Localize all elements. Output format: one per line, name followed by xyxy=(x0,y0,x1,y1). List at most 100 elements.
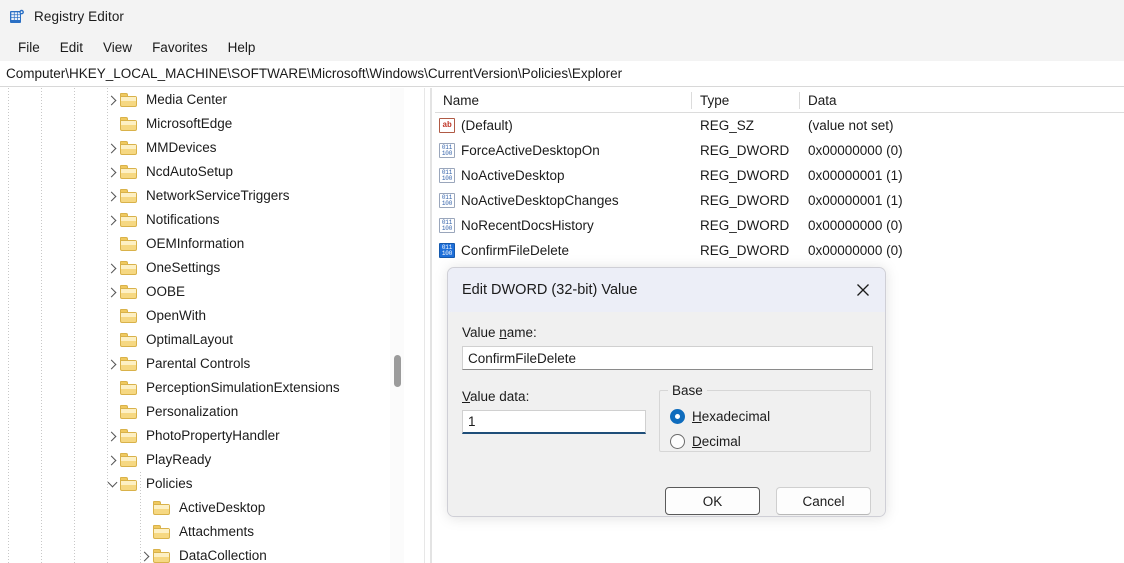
menu-file[interactable]: File xyxy=(8,38,50,57)
registry-tree-panel[interactable]: Media Center MicrosoftEdge MMDevices NcdAut… xyxy=(0,88,412,563)
menu-bar: File Edit View Favorites Help xyxy=(0,33,1124,61)
column-header-type[interactable]: Type xyxy=(692,88,800,113)
folder-icon xyxy=(153,525,170,539)
table-row[interactable]: 011100ConfirmFileDeleteREG_DWORD0x000000… xyxy=(435,238,1124,263)
radio-decimal-accel: D xyxy=(692,434,702,449)
registry-tree: Media Center MicrosoftEdge MMDevices NcdAut… xyxy=(0,88,412,563)
folder-icon xyxy=(120,141,137,155)
tree-item-parental-controls[interactable]: Parental Controls xyxy=(0,352,412,376)
tree-item-label: Notifications xyxy=(144,210,224,230)
base-column: Base Hexadecimal Decimal xyxy=(659,376,871,452)
ok-button[interactable]: OK xyxy=(665,487,760,515)
reg-dword-icon: 011100 xyxy=(439,168,455,183)
window-title: Registry Editor xyxy=(34,9,124,24)
column-header-name[interactable]: Name xyxy=(435,88,692,113)
dialog-lower-section: Value data: 1 Base Hexadecimal xyxy=(462,376,871,452)
tree-item-policies[interactable]: Policies xyxy=(0,472,412,496)
radio-decimal-indicator[interactable] xyxy=(670,434,685,449)
address-bar[interactable]: Computer\HKEY_LOCAL_MACHINE\SOFTWARE\Mic… xyxy=(0,61,1124,87)
base-groupbox: Base Hexadecimal Decimal xyxy=(659,390,871,452)
tree-item-personalization[interactable]: Personalization xyxy=(0,400,412,424)
tree-scrollbar-thumb[interactable] xyxy=(394,355,401,387)
folder-icon xyxy=(120,453,137,467)
tree-item-label: Personalization xyxy=(144,402,242,422)
tree-item-perceptionsimulationextensions[interactable]: PerceptionSimulationExtensions xyxy=(0,376,412,400)
menu-edit[interactable]: Edit xyxy=(50,38,93,57)
tree-scrollbar[interactable] xyxy=(390,88,404,563)
tree-item-optimallayout[interactable]: OptimalLayout xyxy=(0,328,412,352)
tree-item-label: OneSettings xyxy=(144,258,224,278)
value-data-column: Value data: 1 xyxy=(462,376,659,452)
value-name-label-pre: Value xyxy=(462,325,499,340)
radio-decimal[interactable]: Decimal xyxy=(670,429,860,454)
tree-item-label: Media Center xyxy=(144,90,231,110)
tree-item-oeminformation[interactable]: OEMInformation xyxy=(0,232,412,256)
value-name-cell: ab(Default) xyxy=(435,118,692,133)
title-bar: Registry Editor xyxy=(0,0,1124,33)
value-type-cell: REG_DWORD xyxy=(692,143,800,158)
tree-item-playready[interactable]: PlayReady xyxy=(0,448,412,472)
column-header-data[interactable]: Data xyxy=(800,88,1120,113)
folder-icon xyxy=(120,357,137,371)
tree-item-label: MMDevices xyxy=(144,138,221,158)
table-row[interactable]: 011100NoRecentDocsHistoryREG_DWORD0x0000… xyxy=(435,213,1124,238)
tree-item-label: MicrosoftEdge xyxy=(144,114,236,134)
value-name-cell: 011100ConfirmFileDelete xyxy=(435,243,692,258)
menu-view[interactable]: View xyxy=(93,38,142,57)
tree-item-datacollection[interactable]: DataCollection xyxy=(0,544,412,563)
tree-item-networkservicetriggers[interactable]: NetworkServiceTriggers xyxy=(0,184,412,208)
folder-icon xyxy=(120,165,137,179)
value-name-text: NoActiveDesktop xyxy=(461,168,565,183)
tree-item-activedesktop[interactable]: ActiveDesktop xyxy=(0,496,412,520)
folder-icon xyxy=(120,333,137,347)
tree-guide-line xyxy=(41,88,42,563)
value-name-cell: 011100ForceActiveDesktopOn xyxy=(435,143,692,158)
tree-item-oobe[interactable]: OOBE xyxy=(0,280,412,304)
value-name-text: NoRecentDocsHistory xyxy=(461,218,594,233)
folder-icon xyxy=(120,261,137,275)
tree-item-media-center[interactable]: Media Center xyxy=(0,88,412,112)
tree-panel-edge xyxy=(424,88,425,563)
value-type-cell: REG_DWORD xyxy=(692,168,800,183)
panel-splitter[interactable] xyxy=(430,88,432,563)
table-row[interactable]: 011100ForceActiveDesktopOnREG_DWORD0x000… xyxy=(435,138,1124,163)
close-icon[interactable] xyxy=(841,268,885,312)
value-data-cell: 0x00000000 (0) xyxy=(800,218,1120,233)
tree-item-label: ActiveDesktop xyxy=(177,498,269,518)
tree-item-notifications[interactable]: Notifications xyxy=(0,208,412,232)
tree-item-onesettings[interactable]: OneSettings xyxy=(0,256,412,280)
tree-item-openwith[interactable]: OpenWith xyxy=(0,304,412,328)
dialog-body: Value name: ConfirmFileDelete Value data… xyxy=(448,325,885,517)
tree-item-mmdevices[interactable]: MMDevices xyxy=(0,136,412,160)
value-name-cell: 011100NoRecentDocsHistory xyxy=(435,218,692,233)
value-name-input[interactable]: ConfirmFileDelete xyxy=(462,346,873,370)
tree-item-ncdautosetup[interactable]: NcdAutoSetup xyxy=(0,160,412,184)
value-data-input[interactable]: 1 xyxy=(462,410,646,434)
tree-item-attachments[interactable]: Attachments xyxy=(0,520,412,544)
menu-help[interactable]: Help xyxy=(218,38,266,57)
tree-item-label: NcdAutoSetup xyxy=(144,162,237,182)
value-type-cell: REG_DWORD xyxy=(692,218,800,233)
table-row[interactable]: ab(Default)REG_SZ(value not set) xyxy=(435,113,1124,138)
cancel-button[interactable]: Cancel xyxy=(776,487,871,515)
radio-hexadecimal-indicator[interactable] xyxy=(670,409,685,424)
table-row[interactable]: 011100NoActiveDesktopREG_DWORD0x00000001… xyxy=(435,163,1124,188)
folder-icon xyxy=(120,309,137,323)
tree-item-photopropertyhandler[interactable]: PhotoPropertyHandler xyxy=(0,424,412,448)
reg-dword-icon: 011100 xyxy=(439,143,455,158)
radio-decimal-text: ecimal xyxy=(702,434,741,449)
value-name-text: ConfirmFileDelete xyxy=(461,243,569,258)
tree-guide-line xyxy=(140,472,141,563)
tree-item-label: OOBE xyxy=(144,282,189,302)
tree-item-microsoftedge[interactable]: MicrosoftEdge xyxy=(0,112,412,136)
table-row[interactable]: 011100NoActiveDesktopChangesREG_DWORD0x0… xyxy=(435,188,1124,213)
menu-favorites[interactable]: Favorites xyxy=(142,38,218,57)
value-name-cell: 011100NoActiveDesktopChanges xyxy=(435,193,692,208)
folder-icon xyxy=(120,117,137,131)
chevron-down-icon[interactable] xyxy=(107,478,117,488)
tree-item-label: Policies xyxy=(144,474,197,494)
radio-hexadecimal[interactable]: Hexadecimal xyxy=(670,404,860,429)
value-name-label-post: ame: xyxy=(507,325,537,340)
folder-icon xyxy=(120,381,137,395)
dialog-title-bar: Edit DWORD (32-bit) Value xyxy=(448,268,885,312)
